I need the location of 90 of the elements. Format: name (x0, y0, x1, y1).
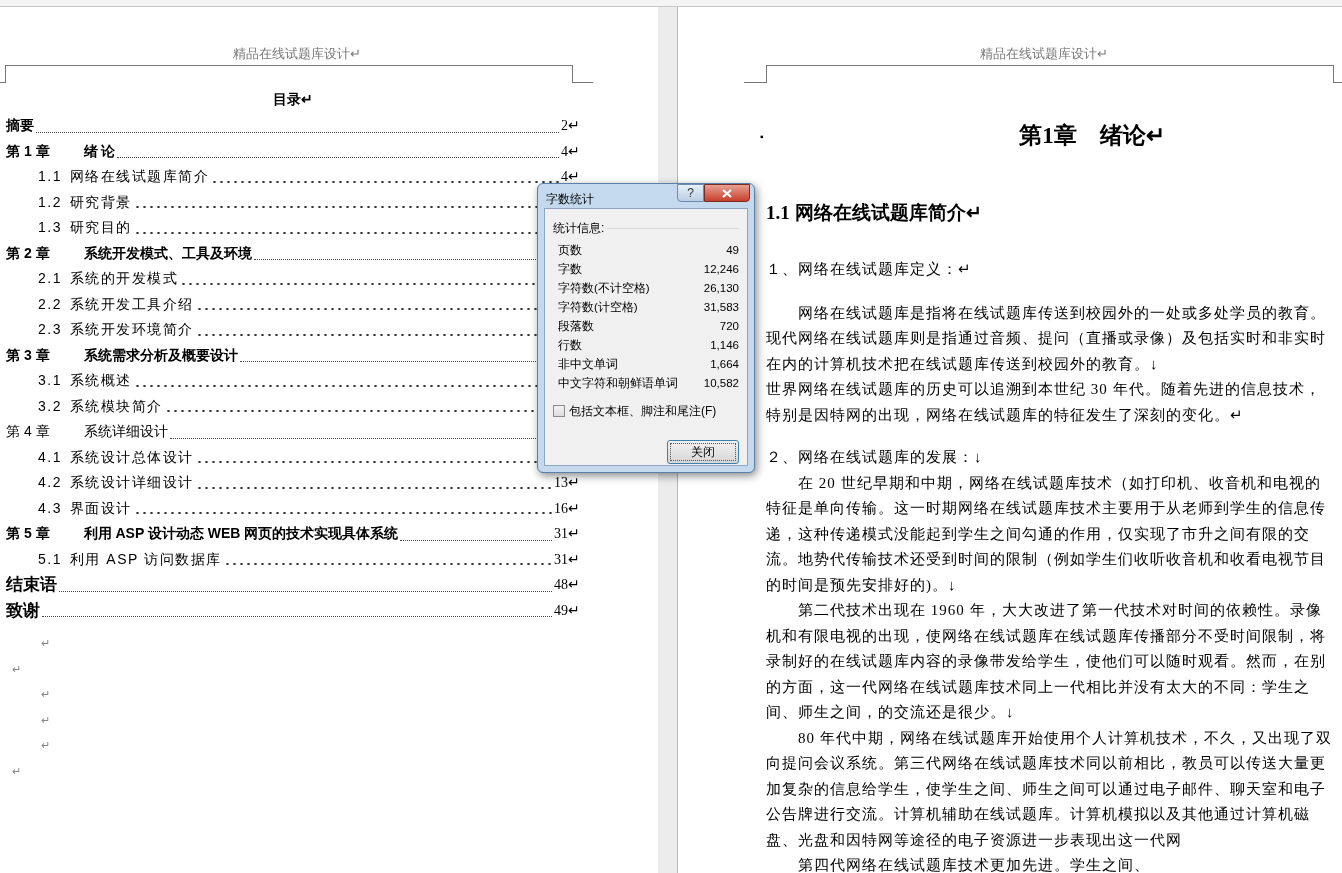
page-number: 49↵ (554, 601, 580, 620)
stat-label: 字数 (558, 262, 582, 277)
checkbox-label: 包括文本框、脚注和尾注(F) (569, 403, 717, 420)
stat-value: 12,246 (703, 262, 739, 277)
toc-number: 4.1 (38, 447, 62, 467)
subheading: １、网络在线试题库定义：↵ (766, 260, 973, 279)
toc-title: 目录↵ (272, 90, 314, 109)
page-number: 2↵ (561, 117, 580, 135)
toc-number: 2.2 (38, 294, 62, 314)
paragraph-mark: ↵ (12, 662, 21, 675)
checkbox[interactable] (553, 405, 565, 417)
toc-entry: 绪 论 (83, 141, 116, 161)
paragraph: 世界网络在线试题库的历史可以追溯到本世纪 30 年代。随着先进的信息技术，特别是因特网的出现，网络在线试题库的特征发生了深刻的变化。↵ (766, 380, 1322, 425)
stat-label: 非中文单词 (558, 357, 618, 372)
close-button[interactable] (704, 184, 750, 202)
help-button[interactable]: ? (677, 184, 704, 202)
toc-entry: 系统模块简介 (69, 396, 163, 416)
toc-number: 第 1 章 (6, 141, 50, 161)
close-dialog-button[interactable]: 关闭 (667, 440, 739, 464)
page-number: 4↵ (561, 142, 580, 161)
paragraph: 第四代网络在线试题库技术更加先进。学生之间、 (797, 856, 1151, 873)
chapter-title: 第1章 绪论↵ (1018, 121, 1166, 150)
dialog-title: 字数统计 (546, 191, 595, 208)
toc-entry: 界面设计 (69, 498, 132, 518)
page-number: 16↵ (554, 499, 580, 518)
bullet-mark: ▪ (760, 129, 765, 144)
toc-number: 4.3 (38, 498, 62, 518)
toc-entry: 结束语 (6, 574, 57, 596)
toc-entry: 系统设计详细设计 (69, 473, 194, 492)
toc-number: 第 3 章 (6, 345, 50, 365)
toc-entry: 系统概述 (69, 371, 132, 390)
page-number: 13↵ (554, 474, 580, 492)
close-icon (722, 188, 732, 198)
toc-entry: 利用 ASP 访问数据库 (69, 549, 222, 569)
stat-value: 26,130 (703, 281, 739, 296)
toc-entry: 系统设计总体设计 (69, 447, 194, 467)
toc-number: 5.1 (38, 549, 62, 569)
stat-value: 1,146 (710, 338, 739, 353)
toc-number: 第 2 章 (6, 243, 50, 263)
stat-value: 49 (726, 243, 739, 258)
toc-entry: 研究目的 (69, 218, 132, 237)
stat-label: 页数 (558, 243, 582, 258)
toc-number: 2.3 (38, 320, 62, 339)
page-number: 4↵ (561, 168, 580, 186)
paragraph-mark: ↵ (41, 713, 50, 726)
toc-entry: 系统详细设计 (83, 422, 168, 441)
toc-entry: 网络在线试题库简介 (69, 167, 210, 186)
toc-number: 3.1 (38, 371, 62, 390)
toc-number: 1.1 (38, 167, 62, 186)
page-number: 48↵ (554, 576, 580, 594)
toc-entry: 系统需求分析及概要设计 (83, 345, 238, 365)
stat-label: 中文字符和朝鲜语单词 (558, 376, 678, 391)
paragraph-mark: ↵ (41, 637, 50, 649)
stats-label: 统计信息: (553, 220, 605, 237)
paragraph: 网络在线试题库是指将在线试题库传送到校园外的一处或多处学员的教育。现代网络在线试题库则是指通过音频、提问（直播或录像）及包括实时和非实时在内的计算机技术把在线试题库传送到校园外的教育。↓ (766, 303, 1327, 374)
toc-entry: 系统开发环境简介 (69, 320, 194, 339)
toc-entry: 研究背景 (69, 192, 132, 212)
section-title: 1.1 网络在线试题库简介↵ (766, 201, 983, 225)
stat-value: 10,582 (703, 376, 739, 391)
toc-entry: 利用 ASP 设计动态 WEB 网页的技术实现具体系统 (83, 524, 399, 543)
stat-value: 720 (719, 319, 739, 334)
toc-entry: 摘要 (6, 116, 34, 135)
subheading: ２、网络在线试题库的发展：↓ (766, 448, 984, 467)
toc-number: 4.2 (38, 473, 62, 492)
toc-number: 1.2 (38, 192, 62, 212)
toc-entry: 系统开发模式、工具及环境 (83, 243, 252, 263)
page-header: 精品在线试题库设计↵ (979, 45, 1108, 63)
page-header: 精品在线试题库设计↵ (232, 45, 361, 63)
paragraph: 第二代技术出现在 1960 年，大大改进了第一代技术对时间的依赖性。录像机和有限电视的出现，使网络在线试题库在线试题库传播部分不受时间限制，将录制好的在线试题库内容的录像带发给学生，使他们可以随时观看。然而，在别的方面，这一代网络在线试题库技术同上一代相比并没有太大的不同：学生之间、师生之间，的交流还是很少。↓ (766, 601, 1327, 722)
paragraph: 在 20 世纪早期和中期，网络在线试题库技术（如打印机、收音机和电视的特征是单向传输。这一时期网络在线试题库技术主要用于从老师到学生的信息传递，这种传递模式没能起到学生之间勾通的作用，仅实现了市升之间有限的交流。地势代传输技术还受到时间的限制（例如学生们收听收音机和收看电视节目的时间是预先安排好的)。↓ (766, 473, 1327, 595)
toc-entry: 系统开发工具介绍 (69, 294, 194, 314)
toc-number: 2.1 (38, 269, 62, 288)
stat-label: 字符数(计空格) (558, 300, 638, 315)
stat-value: 31,583 (703, 300, 739, 315)
paragraph-mark: ↵ (41, 688, 50, 700)
toc-number: 第 4 章 (6, 422, 50, 441)
stat-label: 段落数 (558, 319, 594, 334)
stat-label: 字符数(不计空格) (558, 281, 650, 296)
toc-number: 1.3 (38, 218, 62, 237)
paragraph: 80 年代中期，网络在线试题库开始使用个人计算机技术，不久，又出现了双向提问会议系统。第三代网络在线试题库技术同以前相比，教员可以传送大量更加复杂的信息给学生，使学生之间、师生之间可以通过电子邮件、聊天室和电子公告牌进行交流。计算机辅助在线试题库。计算机模拟以及其他通过计算机磁盘、光盘和因特网等途径的电子资源进一步表现出这一代网 (766, 728, 1333, 850)
toc-number: 第 5 章 (6, 524, 50, 543)
paragraph-mark: ↵ (41, 739, 50, 751)
page-number: 31↵ (554, 525, 580, 543)
toc-entry: 系统的开发模式 (69, 269, 179, 288)
page-number: 31↵ (554, 550, 580, 569)
stat-label: 行数 (558, 338, 582, 353)
toc-number: 3.2 (38, 396, 62, 416)
paragraph-mark: ↵ (12, 764, 21, 777)
toc-entry: 致谢 (6, 599, 40, 622)
stat-value: 1,664 (710, 357, 739, 372)
